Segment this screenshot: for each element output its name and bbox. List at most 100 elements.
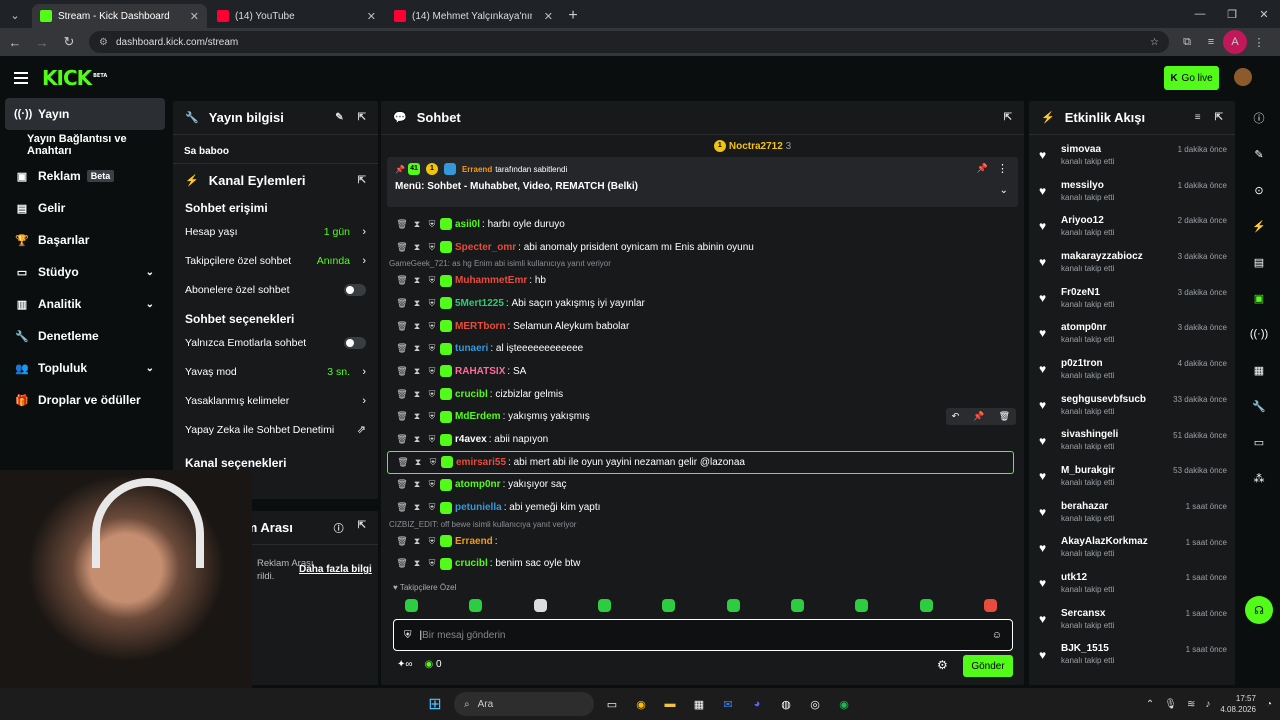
go-live-button[interactable]: K Go live — [1164, 66, 1219, 90]
emote-icon[interactable] — [533, 599, 547, 612]
chat-username[interactable]: petuniella — [455, 502, 502, 513]
chat-username[interactable]: atomp0nr — [455, 479, 501, 490]
wifi-icon[interactable]: ≋ — [1187, 699, 1195, 710]
volume-icon[interactable]: ♪ — [1205, 699, 1210, 710]
restore-icon[interactable]: ❐ — [1216, 0, 1248, 28]
popout-icon[interactable]: ⇱ — [1215, 112, 1223, 123]
settings-gear-icon[interactable]: ⚙ — [937, 658, 948, 672]
menu-hamburger-icon[interactable] — [14, 72, 28, 84]
activity-item[interactable]: ♥ BJK_1515 kanalı takip etti 1 saat önce — [1029, 637, 1235, 673]
timeout-icon[interactable]: ⧗ — [410, 366, 424, 377]
site-info-icon[interactable]: ⚙ — [99, 37, 108, 48]
emote-icon[interactable] — [405, 599, 418, 612]
emote-icon[interactable] — [597, 599, 611, 612]
chat-username[interactable]: MuhammetEmr — [455, 275, 527, 286]
media-icon[interactable]: ≡ — [1199, 30, 1223, 54]
chevron-down-icon[interactable]: ⌄ — [1000, 185, 1008, 196]
chat-username[interactable]: asii0l — [455, 219, 480, 230]
emote-only-toggle[interactable] — [344, 336, 366, 349]
close-tab-icon[interactable]: ✕ — [367, 10, 376, 23]
delete-icon[interactable]: 🗑 — [395, 536, 409, 547]
sidebar-item-gelir[interactable]: ▤ Gelir — [0, 192, 170, 224]
chevron-up-icon[interactable]: ⌃ — [1146, 699, 1154, 710]
activity-item[interactable]: ♥ simovaa kanalı takip etti 1 dakika önce — [1029, 137, 1235, 173]
delete-icon[interactable]: 🗑 — [395, 366, 409, 377]
chat-message[interactable]: 🗑 ⧗ ⛨ petuniella: abi yemeği kim yaptı — [381, 496, 1024, 519]
chat-message[interactable]: 🗑 ⧗ ⛨ MuhammetEmr: hb — [381, 269, 1024, 292]
trash-icon[interactable]: 🗑 — [999, 411, 1010, 422]
sidebar-item-denetleme[interactable]: 🔧 Denetleme — [0, 320, 170, 352]
apps-icon[interactable]: ⁂ — [1238, 460, 1280, 496]
timeout-icon[interactable]: ⧗ — [411, 457, 425, 468]
ban-icon[interactable]: ⛨ — [425, 343, 439, 354]
timeout-icon[interactable]: ⧗ — [410, 502, 424, 513]
reload-icon[interactable]: ↻ — [57, 30, 81, 54]
delete-icon[interactable]: 🗑 — [395, 321, 409, 332]
ban-icon[interactable]: ⛨ — [425, 536, 439, 547]
delete-icon[interactable]: 🗑 — [395, 343, 409, 354]
subs-only-toggle[interactable] — [344, 283, 366, 296]
layout-icon[interactable]: ▦ — [1238, 352, 1280, 388]
window-icon[interactable]: ▭ — [1238, 424, 1280, 460]
ban-icon[interactable]: ⛨ — [426, 457, 440, 468]
chat-username[interactable]: RAHATSIX — [455, 366, 505, 377]
activity-item[interactable]: ♥ seghgusevbfsucb kanalı takip etti 33 daki… — [1029, 387, 1235, 423]
ban-icon[interactable]: ⛨ — [425, 275, 439, 286]
emote-icon[interactable] — [662, 599, 676, 612]
ban-icon[interactable]: ⛨ — [425, 479, 439, 490]
explorer-icon[interactable]: ▬ — [659, 693, 681, 715]
chat-username[interactable]: crucibl — [455, 558, 488, 569]
clock[interactable]: 17:57 4.08.2026 — [1220, 693, 1256, 715]
tab-search-icon[interactable]: ⌄ — [4, 4, 26, 26]
emote-icon[interactable] — [469, 599, 483, 612]
account-age-row[interactable]: Hesap yaşı 1 gün › — [173, 217, 378, 246]
chat-message[interactable]: 🗑 ⧗ ⛨ emirsari55: abi mert abi ile oyun yay… — [387, 450, 1014, 474]
chat-message[interactable]: 🗑 ⧗ ⛨ MERTborn: Selamun Aleykum babolar — [381, 315, 1024, 338]
sidebar-item-droplar[interactable]: 🎁 Droplar ve ödüller — [0, 384, 170, 416]
emote-icon[interactable] — [790, 599, 804, 612]
delete-icon[interactable]: 🗑 — [395, 479, 409, 490]
extensions-icon[interactable]: ⧉ — [1175, 30, 1199, 54]
timeout-icon[interactable]: ⧗ — [410, 479, 424, 490]
chat-message[interactable]: 🗑 ⧗ ⛨ Specter_omr: abi anomaly prisident oy… — [381, 236, 1024, 259]
delete-icon[interactable]: 🗑 — [395, 275, 409, 286]
send-button[interactable]: Gönder — [963, 655, 1013, 677]
avatar[interactable] — [1234, 68, 1252, 86]
timeout-icon[interactable]: ⧗ — [410, 298, 424, 309]
broadcast-icon[interactable]: ((·)) — [1238, 316, 1280, 352]
steam-icon[interactable]: ◍ — [775, 693, 797, 715]
info-icon[interactable]: ⓘ — [334, 520, 344, 535]
sidebar-item-stream-key[interactable]: Yayın Bağlantısı ve Anahtarı — [0, 130, 170, 160]
chat-username[interactable]: emirsari55 — [456, 457, 506, 468]
forward-icon[interactable]: → — [30, 30, 54, 54]
chat-username[interactable]: crucibl — [455, 389, 488, 400]
notes-icon[interactable]: ▤ — [1238, 244, 1280, 280]
delete-icon[interactable]: 🗑 — [395, 434, 409, 445]
activity-item[interactable]: ♥ Fr0zeN1 kanalı takip etti 3 dakika önce — [1029, 280, 1235, 316]
emote-icon[interactable] — [726, 599, 740, 612]
chat-message[interactable]: 🗑 ⧗ ⛨ r4avex: abii napıyon — [381, 428, 1024, 451]
chat-message[interactable]: 🗑 ⧗ ⛨ 5Mert1225: Abi saçın yakışmış iyi yay… — [381, 292, 1024, 315]
minimize-icon[interactable]: — — [1184, 0, 1216, 28]
timeout-icon[interactable]: ⧗ — [410, 536, 424, 547]
task-view-icon[interactable]: ▭ — [601, 693, 623, 715]
pencil-icon[interactable]: ✎ — [1238, 136, 1280, 172]
activity-item[interactable]: ♥ p0z1tron kanalı takip etti 4 dakika önce — [1029, 351, 1235, 387]
popout-icon[interactable]: ⇱ — [358, 175, 366, 186]
menu-icon[interactable]: ⋮ — [1247, 30, 1271, 54]
target-icon[interactable]: ⊙ — [1238, 172, 1280, 208]
discord-icon[interactable]: ◕ — [746, 693, 768, 715]
popout-icon[interactable]: ⇱ — [358, 520, 366, 535]
browser-tab-youtube-2[interactable]: (14) Mehmet Yalçınkaya'nın Mu ✕ — [386, 4, 561, 28]
chat-username[interactable]: MdErdem — [455, 411, 501, 422]
filter-icon[interactable]: ≡ — [1195, 112, 1201, 123]
support-icon[interactable]: ☊ — [1238, 592, 1280, 628]
emote-icon[interactable] — [919, 599, 933, 612]
chat-username[interactable]: Specter_omr — [455, 242, 516, 253]
windows-start-icon[interactable]: ⊞ — [424, 693, 446, 715]
sidebar-item-yayin[interactable]: ((·)) Yayın — [5, 98, 165, 130]
delete-icon[interactable]: 🗑 — [395, 389, 409, 400]
edit-icon[interactable]: ✎ — [335, 112, 343, 123]
close-tab-icon[interactable]: ✕ — [544, 10, 553, 23]
mail-icon[interactable]: ✉ — [717, 693, 739, 715]
